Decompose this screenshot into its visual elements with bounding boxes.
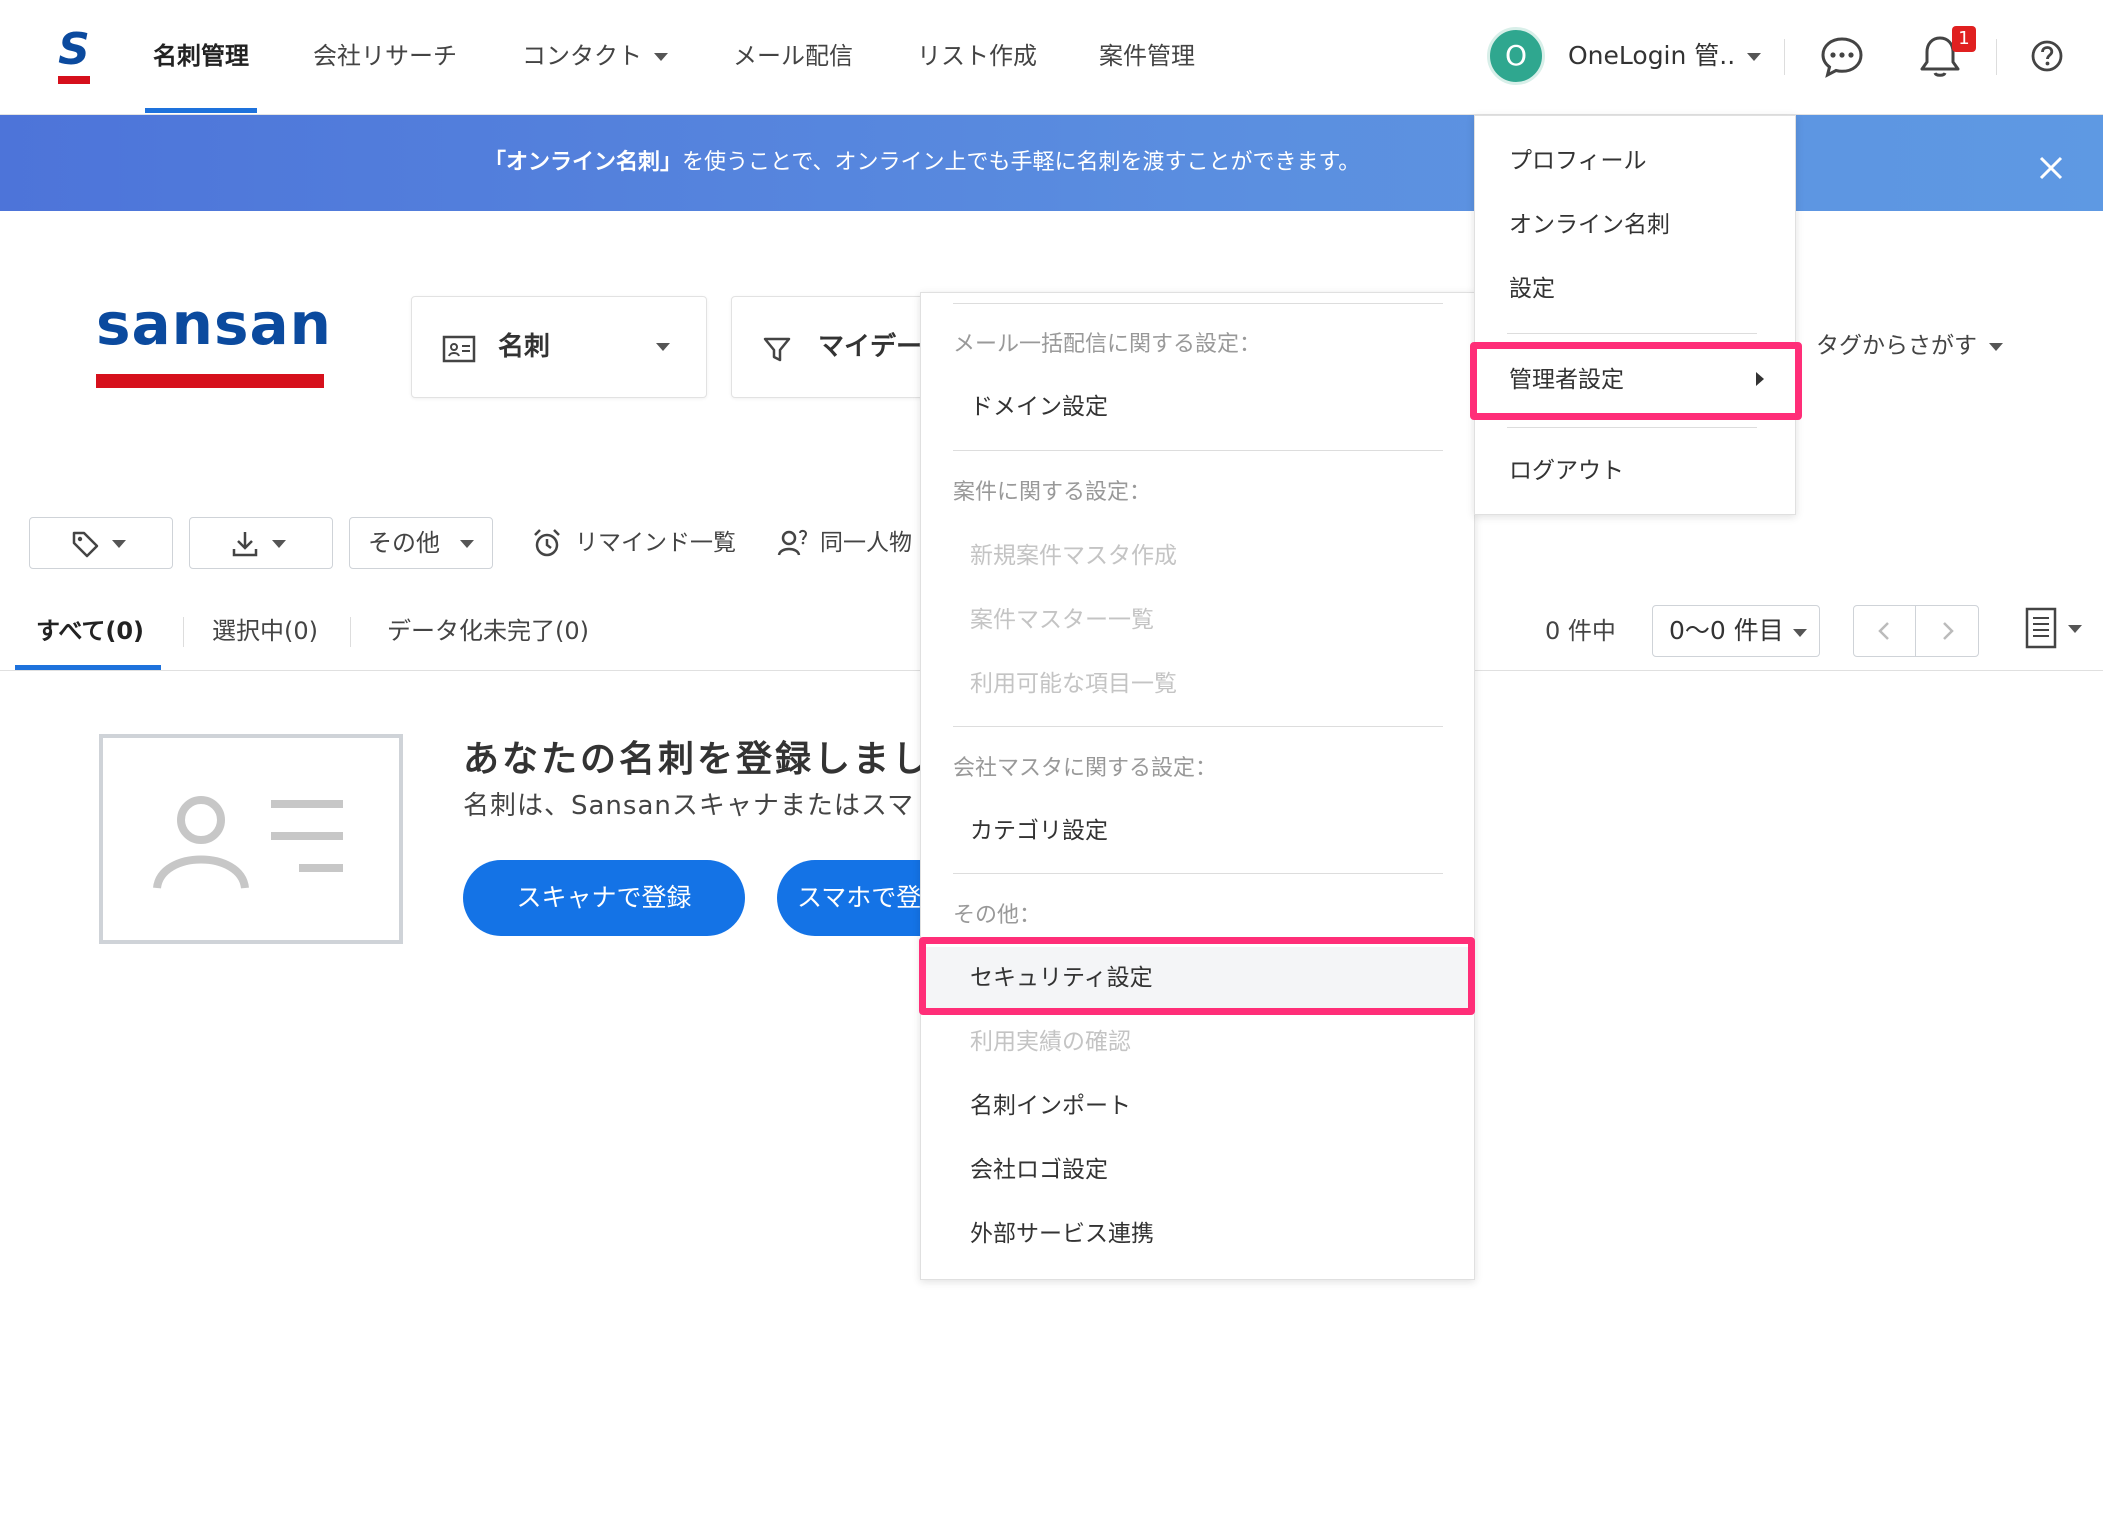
chevron-down-icon <box>654 53 668 61</box>
other-button[interactable]: その他 <box>349 517 493 569</box>
menu-item-domain[interactable]: ドメイン設定 <box>970 389 1108 425</box>
menu-separator <box>1507 333 1757 334</box>
tab-selected[interactable]: 選択中(0) <box>212 612 318 650</box>
tag-button[interactable] <box>29 517 173 569</box>
tab-all[interactable]: すべて(0) <box>36 612 144 650</box>
filter-select[interactable]: マイデー <box>731 296 931 398</box>
tag-icon <box>72 531 99 558</box>
nav-item-case-management[interactable]: 案件管理 <box>1099 36 1195 76</box>
empty-state-description: 名刺は、Sansanスキャナまたはスマ <box>463 791 915 821</box>
menu-item-available-items: 利用可能な項目一覧 <box>970 671 1177 697</box>
menu-item-new-case-master: 新規案件マスタ作成 <box>970 543 1177 569</box>
banner-message: 「オンライン名刺」を使うことで、オンライン上でも手軽に名刺を渡すことができます。 <box>484 145 1360 181</box>
chevron-down-icon <box>112 540 126 548</box>
security-highlight-box <box>919 937 1475 1015</box>
search-type-select[interactable]: 名刺 <box>411 296 707 398</box>
chevron-right-icon <box>1943 622 1954 640</box>
nav-active-indicator <box>145 108 257 113</box>
chevron-down-icon <box>1793 629 1807 637</box>
menu-item-online-card[interactable]: オンライン名刺 <box>1509 207 1670 243</box>
nav-item-mail-delivery[interactable]: メール配信 <box>733 36 853 76</box>
banner-emphasis: 「オンライン名刺」 <box>484 150 683 175</box>
chevron-down-icon <box>1989 342 2003 351</box>
close-icon[interactable] <box>2031 148 2071 188</box>
chevron-down-icon <box>460 540 474 548</box>
result-count: 0 件中 <box>1545 617 1616 645</box>
filter-icon <box>763 337 791 362</box>
nav-item-meishi[interactable]: 名刺管理 <box>153 36 249 76</box>
pagination <box>1853 605 1979 657</box>
tab-data-incomplete[interactable]: データ化未完了(0) <box>387 612 589 650</box>
chevron-down-icon <box>1747 53 1762 61</box>
chat-icon[interactable] <box>1817 31 1867 81</box>
divider <box>1784 39 1785 75</box>
range-value: 0〜0 件目 <box>1669 616 1784 645</box>
scanner-register-button[interactable]: スキャナで登録 <box>463 860 745 936</box>
chevron-down-icon <box>272 540 286 548</box>
admin-settings-submenu: メール一括配信に関する設定： ドメイン設定 案件に関する設定： 新規案件マスタ作… <box>920 292 1475 1280</box>
view-toggle[interactable] <box>2024 605 2084 655</box>
nav-item-company-research[interactable]: 会社リサーチ <box>313 36 457 76</box>
person-card-icon <box>153 796 343 889</box>
section-heading-company: 会社マスタに関する設定： <box>953 756 1218 781</box>
same-person-link[interactable]: 同一人物 <box>820 525 912 561</box>
user-avatar[interactable]: O <box>1487 27 1545 85</box>
section-heading-other: その他： <box>953 903 1042 928</box>
empty-state-title: あなたの名刺を登録しまし <box>463 739 932 780</box>
logo-wordmark: sansan <box>96 290 332 358</box>
menu-item-import[interactable]: 名刺インポート <box>970 1088 1131 1124</box>
menu-item-usage: 利用実績の確認 <box>970 1029 1131 1055</box>
filter-label: マイデー <box>818 332 923 362</box>
sansan-logo: sansan <box>96 290 332 392</box>
menu-item-category[interactable]: カテゴリ設定 <box>970 813 1108 849</box>
menu-separator <box>953 726 1443 727</box>
nav-item-list-creation[interactable]: リスト作成 <box>917 36 1037 76</box>
download-icon <box>232 532 258 557</box>
admin-highlight-box <box>1470 342 1802 420</box>
menu-item-settings[interactable]: 設定 <box>1509 271 1555 307</box>
menu-separator <box>953 303 1443 304</box>
divider <box>350 617 351 647</box>
section-heading-mail: メール一括配信に関する設定： <box>953 332 1262 357</box>
section-heading-case: 案件に関する設定： <box>953 480 1152 505</box>
menu-separator <box>953 450 1443 451</box>
divider <box>1996 39 1997 75</box>
range-select[interactable]: 0〜0 件目 <box>1652 605 1820 657</box>
nav-item-contact-label: コンタクト <box>522 42 642 70</box>
search-type-label: 名刺 <box>498 332 551 362</box>
brand-letter: S <box>58 24 90 75</box>
user-dropdown-menu: プロフィール オンライン名刺 設定 管理者設定 ログアウト <box>1474 115 1796 515</box>
banner-text: を使うことで、オンライン上でも手軽に名刺を渡すことができます。 <box>682 150 1361 175</box>
logo-red-bar <box>96 374 324 388</box>
card-icon <box>442 335 476 363</box>
person-question-icon <box>777 527 809 559</box>
menu-item-case-master-list: 案件マスター一覧 <box>970 607 1154 633</box>
tag-search-label: タグからさがす <box>1816 333 1977 359</box>
card-illustration <box>99 734 403 944</box>
nav-item-contact[interactable]: コンタクト <box>522 36 668 76</box>
next-page-button[interactable] <box>1916 606 1978 656</box>
help-icon[interactable] <box>2027 36 2067 76</box>
brand-logo[interactable]: S <box>56 26 92 84</box>
menu-separator <box>1507 427 1757 428</box>
menu-separator <box>953 873 1443 874</box>
notification-badge: 1 <box>1952 26 1976 52</box>
chevron-left-icon <box>1878 622 1889 640</box>
menu-item-company-logo[interactable]: 会社ロゴ設定 <box>970 1152 1108 1188</box>
menu-item-logout[interactable]: ログアウト <box>1509 453 1624 489</box>
brand-red-bar <box>58 76 90 84</box>
menu-item-profile[interactable]: プロフィール <box>1509 143 1647 179</box>
remind-list-link[interactable]: リマインド一覧 <box>575 525 736 561</box>
prev-page-button[interactable] <box>1854 606 1916 656</box>
tag-search[interactable]: タグからさがす <box>1816 326 2003 366</box>
other-label: その他 <box>368 529 440 557</box>
alarm-clock-icon <box>531 527 563 559</box>
user-menu-toggle[interactable]: OneLogin 管.. <box>1568 37 1762 75</box>
chevron-down-icon <box>656 343 670 351</box>
download-button[interactable] <box>189 517 333 569</box>
divider <box>183 617 184 647</box>
user-name: OneLogin 管.. <box>1568 41 1736 70</box>
menu-item-external[interactable]: 外部サービス連携 <box>970 1216 1154 1252</box>
document-list-icon <box>2025 607 2082 649</box>
